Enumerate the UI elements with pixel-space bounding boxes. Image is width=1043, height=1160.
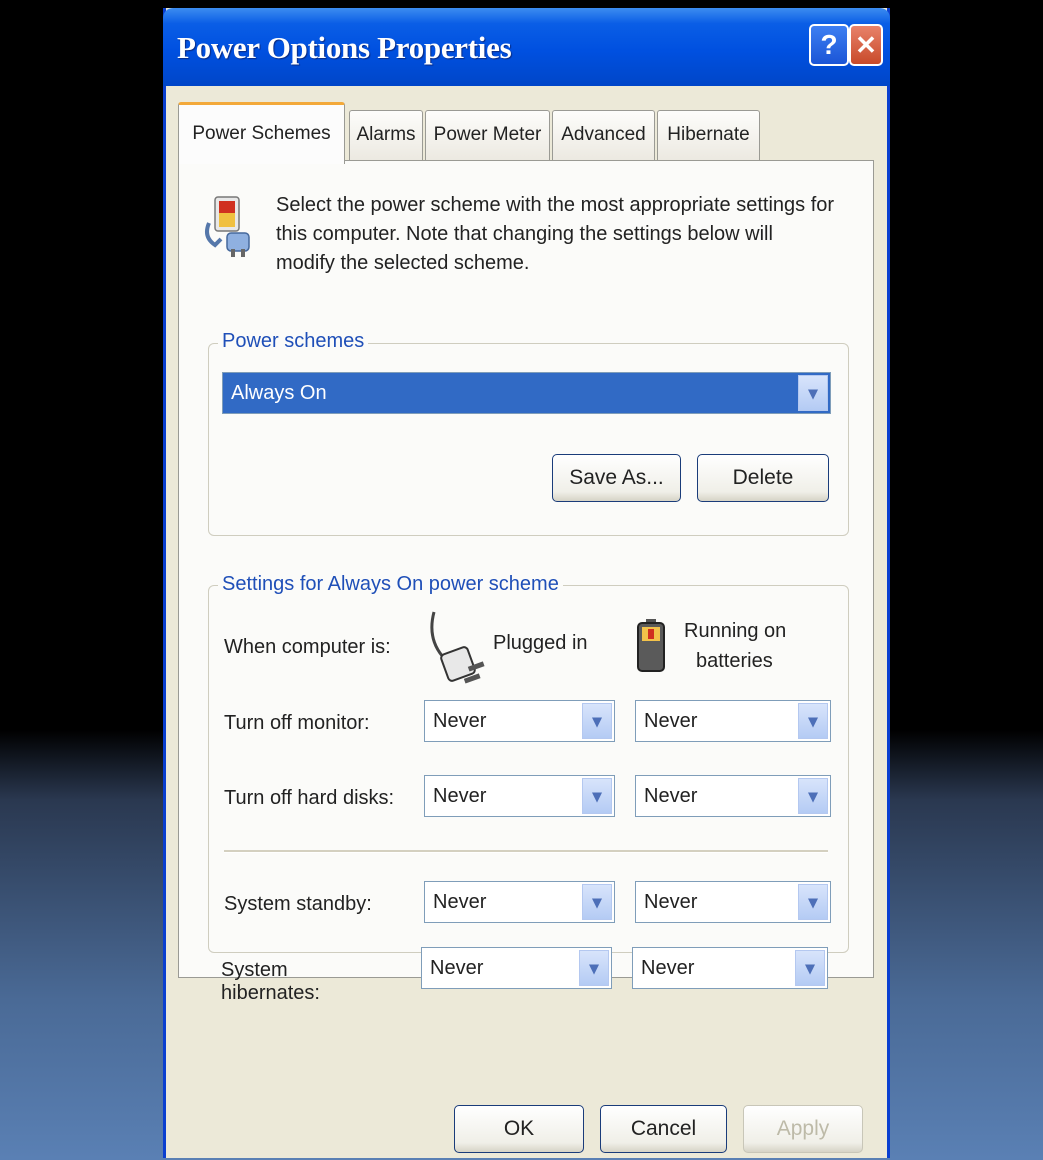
select-value: Never [433, 785, 487, 807]
close-button[interactable]: ✕ [849, 24, 883, 66]
chevron-down-icon[interactable]: ▾ [798, 778, 828, 814]
power-options-icon [205, 196, 250, 257]
select-value: Never [644, 710, 698, 732]
battery-label-1: Running on [684, 620, 787, 642]
hard-disks-plugged-select[interactable]: Never ▾ [424, 775, 615, 817]
chevron-down-icon[interactable]: ▾ [798, 375, 828, 411]
help-button[interactable]: ? [809, 24, 849, 66]
battery-icon [637, 619, 665, 672]
select-value: Never [433, 710, 487, 732]
window-title: Power Options Properties [177, 30, 512, 65]
select-value: Never [433, 891, 487, 913]
tab-power-schemes[interactable]: Power Schemes [178, 102, 345, 164]
hibernate-plugged-select[interactable]: Never ▾ [421, 947, 612, 989]
select-value: Never [644, 785, 698, 807]
delete-button[interactable]: Delete [697, 454, 829, 502]
battery-label-2: batteries [696, 650, 773, 672]
row-label: System standby: [224, 893, 372, 915]
intro-text: Select the power scheme with the most ap… [276, 194, 835, 274]
select-value: Never [430, 957, 484, 979]
when-computer-is-label: When computer is: [224, 636, 391, 658]
monitor-battery-select[interactable]: Never ▾ [635, 700, 831, 742]
divider [224, 850, 828, 853]
chevron-down-icon[interactable]: ▾ [798, 703, 828, 739]
tab-advanced[interactable]: Advanced [552, 110, 655, 160]
plug-icon [430, 611, 485, 684]
hard-disks-battery-select[interactable]: Never ▾ [635, 775, 831, 817]
tab-hibernate[interactable]: Hibernate [657, 110, 760, 160]
power-scheme-value: Always On [231, 382, 327, 404]
standby-plugged-select[interactable]: Never ▾ [424, 881, 615, 923]
save-as-button[interactable]: Save As... [552, 454, 681, 502]
ok-button[interactable]: OK [454, 1105, 584, 1153]
tab-power-meter[interactable]: Power Meter [425, 110, 550, 160]
chevron-down-icon[interactable]: ▾ [582, 703, 612, 739]
chevron-down-icon[interactable]: ▾ [582, 884, 612, 920]
row-label: Turn off hard disks: [224, 787, 395, 809]
power-scheme-select[interactable]: Always On ▾ [222, 372, 831, 414]
chevron-down-icon[interactable]: ▾ [579, 950, 609, 986]
row-label: Turn off monitor: [224, 712, 370, 734]
select-value: Never [644, 891, 698, 913]
settings-group-label: Settings for Always On power scheme [218, 573, 563, 596]
chevron-down-icon[interactable]: ▾ [582, 778, 612, 814]
power-schemes-group-label: Power schemes [218, 330, 369, 353]
chevron-down-icon[interactable]: ▾ [795, 950, 825, 986]
hibernate-battery-select[interactable]: Never ▾ [632, 947, 828, 989]
tab-alarms[interactable]: Alarms [349, 110, 423, 160]
plugged-in-label: Plugged in [493, 632, 588, 654]
chevron-down-icon[interactable]: ▾ [798, 884, 828, 920]
title-bar[interactable]: Power Options Properties ? ✕ [163, 8, 890, 86]
select-value: Never [641, 957, 695, 979]
monitor-plugged-select[interactable]: Never ▾ [424, 700, 615, 742]
standby-battery-select[interactable]: Never ▾ [635, 881, 831, 923]
cancel-button[interactable]: Cancel [600, 1105, 727, 1153]
apply-button[interactable]: Apply [743, 1105, 863, 1153]
row-label: System hibernates: [221, 959, 320, 1004]
